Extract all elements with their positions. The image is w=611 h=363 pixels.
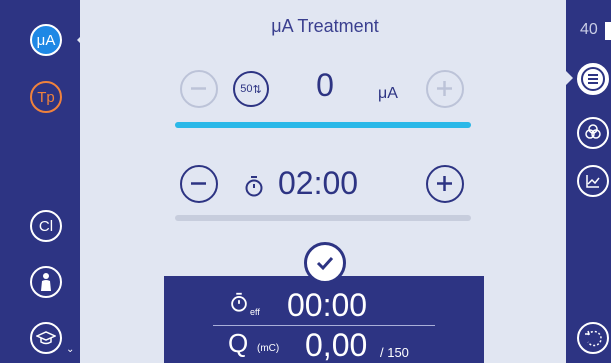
time-increase-button[interactable] — [426, 165, 464, 203]
graph-button[interactable] — [577, 165, 609, 197]
cl-mode-tab[interactable]: Cl — [30, 210, 62, 242]
current-value: 0 — [316, 67, 334, 103]
stopwatch-icon — [245, 176, 263, 197]
step-size-label: 50 — [240, 83, 253, 95]
current-slider-fill — [175, 122, 471, 128]
cl-mode-label: Cl — [38, 217, 54, 235]
time-slider[interactable] — [175, 215, 471, 221]
plus-icon — [437, 81, 452, 96]
elapsed-time: 00:00 — [287, 287, 368, 323]
ua-mode-label: μA — [36, 31, 56, 49]
chevron-down-icon: ⌄ — [66, 344, 75, 355]
divider — [213, 325, 435, 326]
step-size-button[interactable]: 50 ⇅ — [233, 71, 269, 107]
page-title: μA Treatment — [271, 16, 379, 36]
right-value: 40 — [580, 21, 598, 38]
menu-button[interactable] — [577, 63, 609, 95]
reset-button[interactable] — [577, 322, 609, 354]
graph-icon — [586, 175, 600, 188]
step-arrows-icon: ⇅ — [252, 83, 262, 96]
tp-mode-tab[interactable]: Tp — [30, 81, 62, 113]
reset-icon — [585, 330, 602, 347]
current-unit: μA — [378, 85, 398, 102]
body-icon — [41, 273, 51, 291]
charge-value: 0,00 — [305, 327, 368, 363]
tp-mode-label: Tp — [37, 88, 55, 106]
body-tab[interactable] — [30, 266, 62, 298]
charge-label: Q — [228, 328, 249, 358]
right-value-box — [605, 22, 611, 40]
groups-icon — [585, 124, 601, 139]
groups-button[interactable] — [577, 117, 609, 149]
education-tab[interactable] — [30, 322, 62, 354]
ua-mode-tab[interactable]: μA — [30, 24, 62, 56]
minus-icon — [191, 87, 206, 90]
app-window: μA Tp Cl ⌄ 40 μA Treatment 50 ⇅ 0 μA 02:… — [0, 0, 611, 363]
menu-indicator — [566, 71, 573, 85]
current-slider[interactable] — [175, 122, 471, 128]
plus-icon — [437, 176, 452, 191]
elapsed-label: eff — [250, 307, 260, 317]
checkmark-icon — [316, 256, 334, 271]
stopwatch-icon — [231, 292, 247, 312]
minus-icon — [191, 182, 206, 185]
current-decrease-button[interactable] — [180, 70, 218, 108]
charge-unit: (mC) — [257, 343, 280, 354]
menu-icon — [581, 67, 605, 91]
active-tab-indicator — [77, 33, 84, 47]
charge-limit: / 150 — [380, 345, 409, 360]
confirm-button[interactable] — [304, 242, 346, 284]
time-decrease-button[interactable] — [180, 165, 218, 203]
current-increase-button[interactable] — [426, 70, 464, 108]
graduation-cap-icon — [36, 331, 56, 345]
time-value: 02:00 — [278, 165, 359, 201]
